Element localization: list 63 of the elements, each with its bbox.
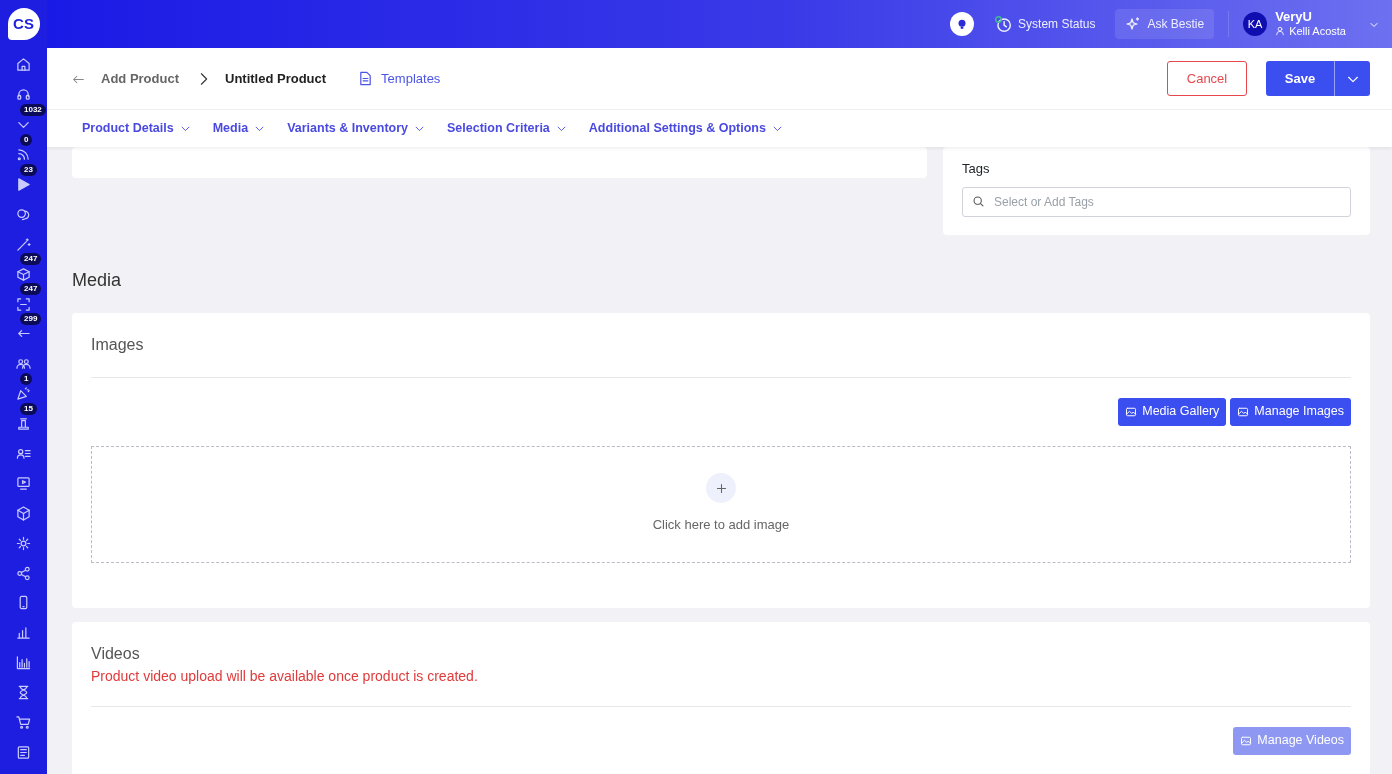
box-icon[interactable]: [16, 266, 31, 282]
party-popper-icon[interactable]: [16, 386, 31, 402]
bar-chart-icon[interactable]: [16, 655, 31, 671]
count-badge: 23: [20, 163, 37, 176]
headset-icon[interactable]: [16, 87, 31, 103]
monitor-play-icon[interactable]: [16, 475, 31, 491]
image-icon: [1240, 734, 1253, 747]
count-badge: 0: [20, 133, 33, 146]
section-tab[interactable]: Additional Settings & Options: [588, 119, 783, 138]
section-tab[interactable]: Selection Criteria: [447, 119, 567, 138]
cart-icon[interactable]: [16, 715, 31, 731]
count-badge: 15: [20, 402, 37, 415]
rss-icon[interactable]: [16, 147, 31, 163]
breadcrumb-link[interactable]: Add Product: [101, 68, 179, 89]
clock-icon: [994, 15, 1013, 33]
system-status-link[interactable]: System Status: [984, 9, 1106, 39]
field-label: Tags: [962, 160, 991, 178]
home-icon[interactable]: [16, 57, 31, 73]
tags-field[interactable]: Select or Add Tags: [962, 186, 1351, 217]
save-button[interactable]: Save: [1266, 61, 1334, 96]
count-badge: 299: [20, 313, 42, 325]
card-title: Videos: [91, 643, 141, 664]
logo[interactable]: CS: [7, 8, 40, 40]
share-icon[interactable]: [16, 565, 31, 581]
card-title: Images: [91, 334, 145, 355]
warning-text: Product video upload will be available once product is created.: [91, 666, 479, 686]
media-button[interactable]: Media Gallery: [1118, 397, 1227, 426]
breadcrumb-current: Untitled Product: [225, 69, 327, 88]
media-button[interactable]: Manage Images: [1230, 397, 1351, 426]
sparkle-icon: [1125, 16, 1142, 32]
count-badge: 247: [20, 283, 42, 296]
user-icon: [1275, 26, 1286, 37]
image-dropzone[interactable]: Click here to add image: [91, 445, 1351, 563]
section-tab[interactable]: Media: [212, 119, 266, 138]
count-badge: 247: [20, 253, 42, 266]
wand-icon[interactable]: [16, 236, 31, 252]
gallery-icon: [1125, 405, 1138, 418]
org-name: VeryU: [1275, 10, 1313, 26]
stamp-icon[interactable]: [16, 416, 31, 432]
image-icon: [1237, 405, 1250, 418]
chat-icon[interactable]: [16, 206, 31, 222]
people-icon[interactable]: [16, 356, 31, 372]
count-badge: 1032: [20, 103, 46, 116]
scan-icon[interactable]: [16, 296, 31, 312]
dropdown-toggle-button[interactable]: [1334, 61, 1370, 96]
cancel-button[interactable]: Cancel: [1167, 61, 1247, 96]
section-tab[interactable]: Variants & Inventory: [287, 119, 425, 138]
section-heading: Media: [72, 268, 123, 292]
hourglass-icon[interactable]: [16, 685, 31, 701]
plus-icon: [714, 481, 728, 495]
document-icon: [358, 71, 374, 86]
templates-link[interactable]: Templates: [358, 68, 441, 89]
user-name: Kelli Acosta: [1289, 25, 1346, 38]
ask-button[interactable]: Ask Bestie: [1115, 9, 1215, 39]
theme-toggle[interactable]: [950, 12, 975, 36]
play-icon[interactable]: [16, 177, 31, 192]
cube-icon[interactable]: [16, 505, 31, 521]
document-icon[interactable]: [16, 744, 31, 760]
user-list-icon[interactable]: [16, 446, 31, 461]
count-badge: 1: [20, 372, 33, 385]
avatar[interactable]: KA: [1243, 12, 1268, 36]
section-tab[interactable]: Product Details: [82, 119, 191, 138]
bar-chart-icon[interactable]: [16, 625, 31, 641]
